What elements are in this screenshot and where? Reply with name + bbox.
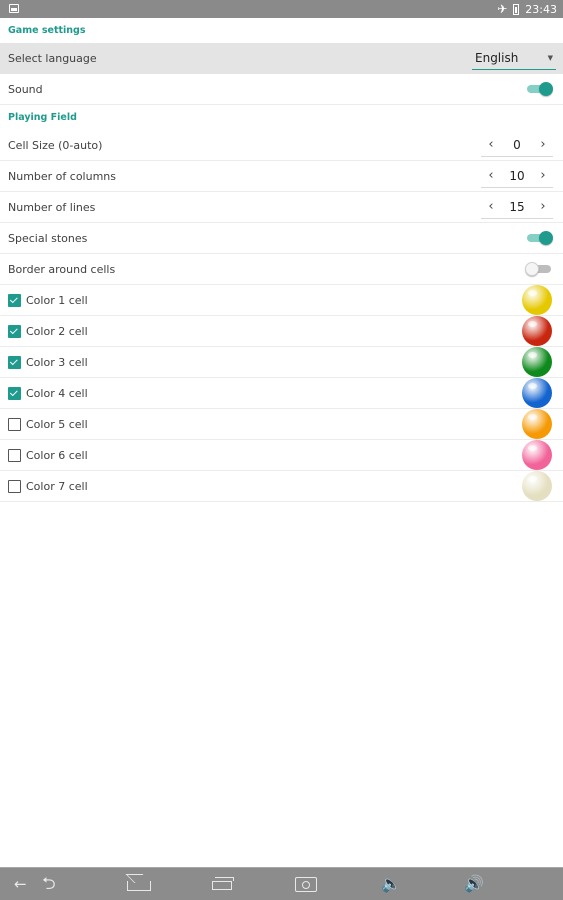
- lines-stepper: ‹ 15 ›: [481, 195, 553, 219]
- chevron-down-icon: ▼: [547, 54, 553, 62]
- columns-label: Number of columns: [8, 169, 117, 183]
- screenshot-icon[interactable]: [295, 877, 317, 892]
- border-cells-row[interactable]: Border around cells: [0, 254, 563, 285]
- color-row-5[interactable]: Color 5 cell: [0, 409, 563, 440]
- language-select[interactable]: English ▼: [472, 48, 556, 70]
- sound-label: Sound: [8, 82, 43, 96]
- color-5-swatch[interactable]: [522, 409, 552, 439]
- color-3-checkbox[interactable]: [8, 355, 21, 369]
- sound-toggle[interactable]: [525, 82, 553, 96]
- section-header-game-settings: Game settings: [8, 25, 86, 36]
- lines-row: Number of lines ‹ 15 ›: [0, 192, 563, 223]
- columns-row: Number of columns ‹ 10 ›: [0, 161, 563, 192]
- color-4-checkbox[interactable]: [8, 386, 21, 400]
- decrement-icon[interactable]: ‹: [481, 137, 501, 152]
- color-6-label: Color 6 cell: [26, 448, 88, 462]
- border-cells-label: Border around cells: [8, 262, 116, 276]
- lines-value: 15: [509, 199, 525, 214]
- sound-row[interactable]: Sound: [0, 74, 563, 105]
- decrement-icon[interactable]: ‹: [481, 199, 501, 214]
- settings-list: Game settings Select language English ▼ …: [0, 18, 563, 502]
- toggle-thumb: [539, 231, 553, 245]
- color-6-swatch[interactable]: [522, 440, 552, 470]
- cell-size-row: Cell Size (0-auto) ‹ 0 ›: [0, 130, 563, 161]
- airplane-mode-icon: ✈: [497, 2, 508, 16]
- color-4-label: Color 4 cell: [26, 386, 88, 400]
- recent-apps-icon[interactable]: [212, 877, 234, 890]
- increment-icon[interactable]: ›: [533, 168, 553, 183]
- color-3-label: Color 3 cell: [26, 355, 88, 369]
- cell-size-value: 0: [513, 137, 521, 152]
- home-icon[interactable]: [127, 881, 151, 891]
- color-row-7[interactable]: Color 7 cell: [0, 471, 563, 502]
- color-row-2[interactable]: Color 2 cell: [0, 316, 563, 347]
- color-3-swatch[interactable]: [522, 347, 552, 377]
- color-2-checkbox[interactable]: [8, 324, 21, 338]
- select-language-label: Select language: [8, 52, 97, 65]
- cell-size-label: Cell Size (0-auto): [8, 138, 103, 152]
- color-7-swatch[interactable]: [522, 471, 552, 501]
- color-row-6[interactable]: Color 6 cell: [0, 440, 563, 471]
- increment-icon[interactable]: ›: [533, 137, 553, 152]
- color-1-swatch[interactable]: [522, 285, 552, 315]
- color-7-label: Color 7 cell: [26, 479, 88, 493]
- section-header-playing-field: Playing Field: [8, 112, 77, 123]
- columns-stepper: ‹ 10 ›: [481, 164, 553, 188]
- select-language-row[interactable]: Select language English ▼: [0, 43, 563, 74]
- volume-up-icon[interactable]: 🔊: [464, 875, 484, 893]
- status-icons: ✈ 23:43: [497, 2, 557, 16]
- special-stones-toggle[interactable]: [525, 231, 553, 245]
- volume-down-icon[interactable]: 🔈: [381, 875, 401, 893]
- color-row-1[interactable]: Color 1 cell: [0, 285, 563, 316]
- color-2-label: Color 2 cell: [26, 324, 88, 338]
- increment-icon[interactable]: ›: [533, 199, 553, 214]
- color-2-swatch[interactable]: [522, 316, 552, 346]
- color-1-label: Color 1 cell: [26, 293, 88, 307]
- color-1-checkbox[interactable]: [8, 293, 21, 307]
- special-stones-label: Special stones: [8, 231, 88, 245]
- battery-icon: [513, 3, 520, 15]
- decrement-icon[interactable]: ‹: [481, 168, 501, 183]
- lines-label: Number of lines: [8, 200, 96, 214]
- status-time: 23:43: [525, 2, 557, 16]
- toggle-thumb: [539, 82, 553, 96]
- back-icon[interactable]: ⮌: [42, 875, 56, 893]
- color-6-checkbox[interactable]: [8, 448, 21, 462]
- back-arrow-icon[interactable]: ←: [14, 875, 27, 893]
- color-7-checkbox[interactable]: [8, 479, 21, 493]
- color-5-checkbox[interactable]: [8, 417, 21, 431]
- notification-icon: [9, 4, 19, 13]
- language-value: English: [475, 51, 519, 65]
- special-stones-row[interactable]: Special stones: [0, 223, 563, 254]
- toggle-thumb: [525, 262, 539, 276]
- columns-value: 10: [509, 168, 525, 183]
- cell-size-stepper: ‹ 0 ›: [481, 133, 553, 157]
- color-row-3[interactable]: Color 3 cell: [0, 347, 563, 378]
- color-4-swatch[interactable]: [522, 378, 552, 408]
- navigation-bar: ← ⮌ 🔈 🔊: [0, 867, 563, 900]
- color-5-label: Color 5 cell: [26, 417, 88, 431]
- border-cells-toggle[interactable]: [525, 262, 553, 276]
- status-bar: ✈ 23:43: [0, 0, 563, 18]
- color-row-4[interactable]: Color 4 cell: [0, 378, 563, 409]
